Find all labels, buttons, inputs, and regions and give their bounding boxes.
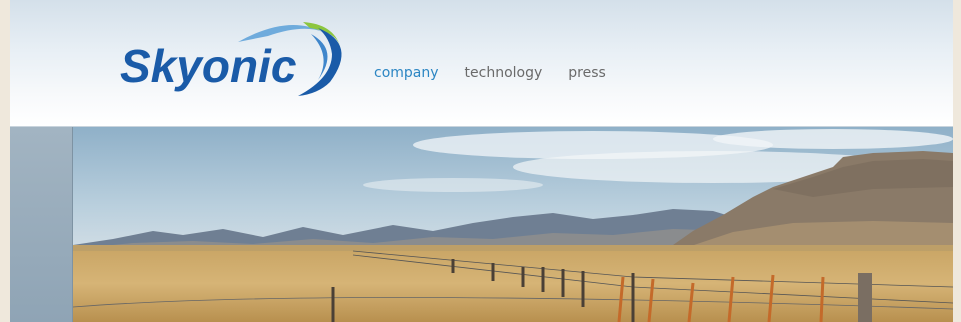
page-right-margin (953, 0, 961, 322)
site-header: Skyonic company technology press (10, 0, 953, 127)
logo-graphic: Skyonic (120, 22, 342, 96)
main-nav: company technology press (374, 65, 606, 81)
sidebar-panel (10, 127, 73, 322)
nav-press[interactable]: press (568, 65, 606, 81)
skyonic-logo[interactable]: Skyonic (118, 14, 358, 104)
landscape-illustration (73, 127, 953, 322)
logo-text: Skyonic (120, 40, 296, 92)
nav-company[interactable]: company (374, 65, 439, 81)
nav-technology[interactable]: technology (465, 65, 543, 81)
page-left-margin (0, 0, 10, 322)
hero-landscape-image (73, 127, 953, 322)
